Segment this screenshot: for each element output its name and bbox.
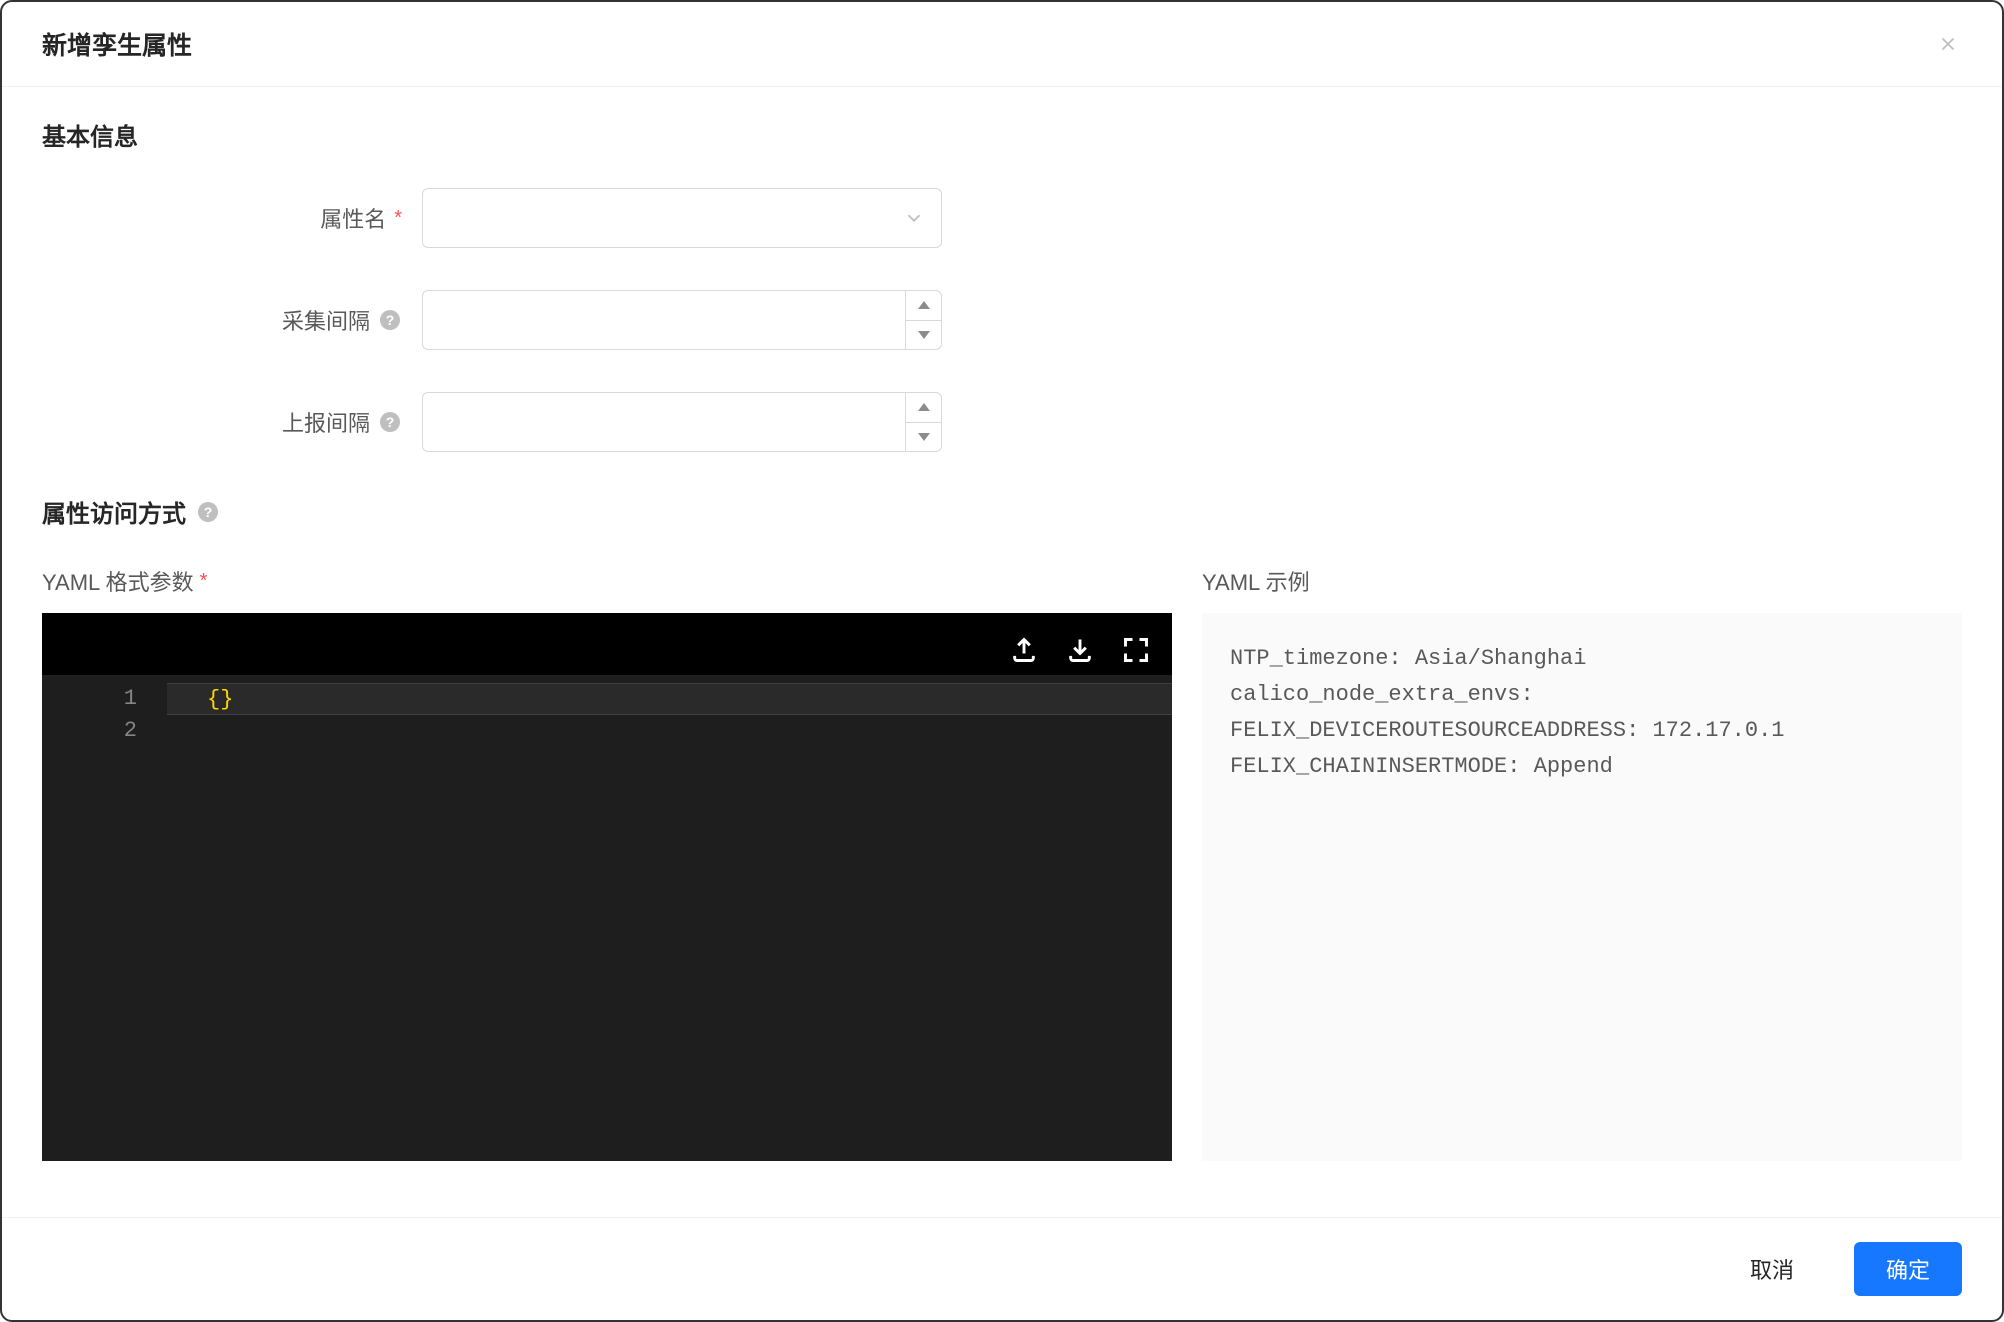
modal-header: 新增孪生属性 xyxy=(2,2,2002,87)
upload-icon xyxy=(1010,636,1038,664)
report-interval-row: 上报间隔 ? xyxy=(42,392,1962,452)
collect-interval-label: 采集间隔 ? xyxy=(42,304,422,336)
basic-info-title: 基本信息 xyxy=(42,117,1962,152)
collect-interval-input-wrapper xyxy=(422,290,942,350)
fullscreen-button[interactable] xyxy=(1120,634,1152,666)
editor-toolbar xyxy=(42,613,1172,675)
svg-text:?: ? xyxy=(386,414,395,430)
collect-interval-input[interactable] xyxy=(439,291,905,349)
collect-interval-stepper xyxy=(905,291,941,349)
yaml-params-panel: YAML 格式参数 * xyxy=(42,565,1172,1161)
property-name-select[interactable] xyxy=(422,188,942,248)
stepper-up-button[interactable] xyxy=(906,291,941,321)
close-button[interactable] xyxy=(1934,30,1962,58)
modal-dialog: 新增孪生属性 基本信息 属性名 * 采集间隔 ? xyxy=(0,0,2004,1322)
editor-content[interactable]: 1 2 {} xyxy=(42,675,1172,1161)
cancel-button[interactable]: 取消 xyxy=(1718,1242,1826,1296)
svg-text:?: ? xyxy=(204,504,213,520)
required-mark: * xyxy=(200,570,208,593)
report-interval-stepper xyxy=(905,393,941,451)
modal-footer: 取消 确定 xyxy=(2,1217,2002,1320)
report-interval-input-wrapper xyxy=(422,392,942,452)
yaml-container: YAML 格式参数 * xyxy=(42,565,1962,1161)
yaml-example-panel: YAML 示例 NTP_timezone: Asia/Shanghai cali… xyxy=(1202,565,1962,1161)
modal-body: 基本信息 属性名 * 采集间隔 ? xyxy=(2,87,2002,1217)
svg-text:?: ? xyxy=(386,312,395,328)
report-interval-label: 上报间隔 ? xyxy=(42,406,422,438)
modal-title: 新增孪生属性 xyxy=(42,26,192,62)
upload-button[interactable] xyxy=(1008,634,1040,666)
close-icon xyxy=(1937,33,1959,55)
code-line-1: {} xyxy=(167,683,1172,715)
yaml-example-label: YAML 示例 xyxy=(1202,565,1962,597)
property-name-label: 属性名 * xyxy=(42,202,422,234)
fullscreen-icon xyxy=(1122,636,1150,664)
code-lines: {} xyxy=(167,675,1172,1161)
yaml-params-label: YAML 格式参数 * xyxy=(42,565,1172,597)
collect-interval-row: 采集间隔 ? xyxy=(42,290,1962,350)
yaml-example-content: NTP_timezone: Asia/Shanghai calico_node_… xyxy=(1202,613,1962,1161)
property-name-row: 属性名 * xyxy=(42,188,1962,248)
confirm-button[interactable]: 确定 xyxy=(1854,1242,1962,1296)
download-icon xyxy=(1066,636,1094,664)
code-line-2 xyxy=(167,715,1172,747)
stepper-down-button[interactable] xyxy=(906,321,941,350)
help-icon[interactable]: ? xyxy=(378,308,402,332)
download-button[interactable] xyxy=(1064,634,1096,666)
chevron-down-icon xyxy=(903,207,925,229)
help-icon[interactable]: ? xyxy=(196,500,220,524)
required-mark: * xyxy=(394,207,402,230)
help-icon[interactable]: ? xyxy=(378,410,402,434)
stepper-up-button[interactable] xyxy=(906,393,941,423)
code-editor[interactable]: 1 2 {} xyxy=(42,613,1172,1161)
access-method-title: 属性访问方式 ? xyxy=(42,494,1962,529)
stepper-down-button[interactable] xyxy=(906,423,941,452)
line-numbers: 1 2 xyxy=(42,675,167,1161)
report-interval-input[interactable] xyxy=(439,393,905,451)
